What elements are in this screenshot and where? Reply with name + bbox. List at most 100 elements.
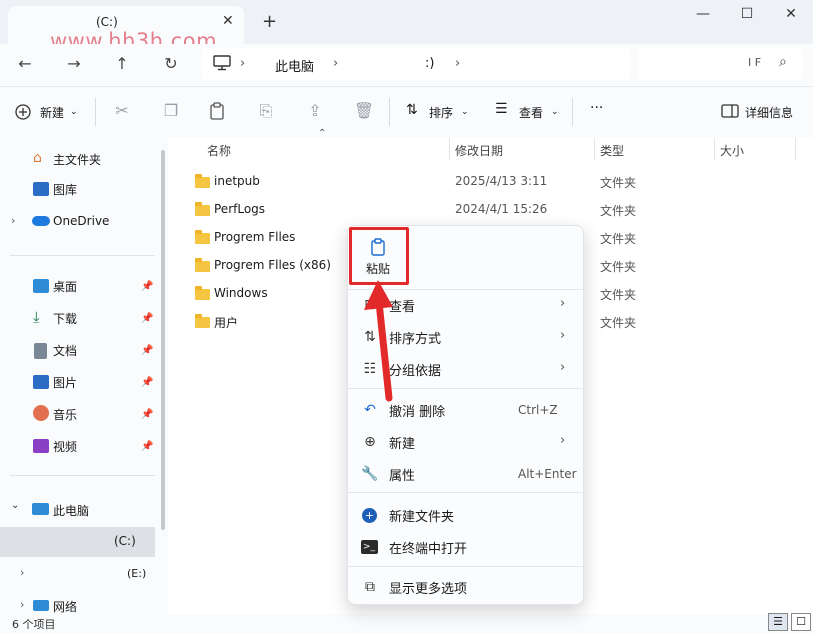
breadcrumb-drive[interactable]: :) [425, 56, 434, 71]
menu-divider [348, 492, 583, 493]
sidebar-item-home[interactable]: 主文件夹 [53, 151, 101, 168]
column-divider[interactable] [714, 138, 715, 160]
file-name: Progrem Flles [214, 230, 296, 244]
home-icon: ⌂ [33, 150, 42, 166]
chevron-right-icon[interactable]: › [11, 214, 15, 227]
add-icon [15, 104, 31, 120]
pin-icon: 📌 [141, 377, 154, 388]
annotation-arrow [364, 280, 393, 402]
column-divider[interactable] [594, 138, 595, 160]
tiles-view-button[interactable]: ☐ [791, 613, 811, 631]
video-icon [33, 439, 49, 453]
paste-button[interactable]: 粘贴 [366, 260, 390, 277]
menu-item-open-in-terminal[interactable]: 在终端中打开 [389, 538, 467, 557]
sort-button[interactable]: 排序 [429, 104, 453, 121]
delete-icon[interactable]: 🗑 [353, 101, 375, 120]
sidebar-item-onedrive[interactable]: OneDrive [53, 214, 109, 228]
sidebar-item-downloads[interactable]: 下载 [53, 310, 77, 327]
shortcut-text: Ctrl+Z [518, 403, 558, 417]
column-divider[interactable] [795, 138, 796, 160]
wrench-icon: 🔧 [361, 466, 379, 482]
sidebar-item-music[interactable]: 音乐 [53, 406, 77, 423]
menu-item-properties[interactable]: 属性 [389, 465, 415, 484]
new-tab-button[interactable]: + [262, 11, 277, 32]
tab-title: (C:) [96, 15, 118, 29]
chevron-right-icon: › [560, 360, 566, 375]
back-icon[interactable]: ← [14, 54, 36, 73]
maximize-button[interactable]: ☐ [727, 6, 767, 28]
menu-item-new[interactable]: 新建 [389, 433, 415, 452]
column-divider[interactable] [449, 138, 450, 160]
file-name: PerfLogs [214, 202, 266, 216]
chevron-down-icon: ⌄ [70, 107, 78, 117]
sidebar-item-desktop[interactable]: 桌面 [53, 278, 77, 295]
folder-icon [195, 174, 210, 188]
menu-item-show-more-options[interactable]: 显示更多选项 [389, 578, 467, 597]
sort-ascending-icon: ⌃ [318, 128, 327, 139]
paste-toolbar-icon[interactable] [209, 102, 225, 120]
chevron-right-icon[interactable]: › [20, 598, 24, 611]
copy-icon[interactable]: ❐ [160, 101, 182, 120]
view-button[interactable]: 查看 [519, 104, 543, 121]
details-view-button[interactable]: ☰ [768, 613, 788, 631]
forward-icon[interactable]: → [63, 54, 85, 73]
folder-icon [195, 286, 210, 300]
rename-icon[interactable]: ⎘ [255, 101, 277, 121]
sidebar-scrollbar[interactable] [161, 150, 165, 530]
column-header-name[interactable]: 名称 [207, 142, 231, 159]
folder-icon [195, 314, 210, 328]
details-button[interactable]: 详细信息 [745, 104, 793, 121]
chevron-right-icon: › [560, 296, 566, 311]
minimize-button[interactable]: — [683, 6, 723, 28]
sidebar-item-drive-e[interactable]: (E:) [127, 567, 146, 580]
refresh-icon[interactable]: ↻ [160, 54, 182, 73]
view-icon: ☰ [495, 101, 508, 117]
sidebar-item-pictures[interactable]: 图片 [53, 374, 77, 391]
toolbar-divider [572, 98, 573, 126]
sidebar-item-gallery[interactable]: 图库 [53, 181, 77, 198]
sidebar-item-drive-c[interactable]: (C:) [114, 534, 136, 548]
sidebar-divider [10, 475, 155, 476]
document-icon [34, 343, 47, 359]
search-icon[interactable]: ⌕ [779, 54, 787, 70]
sidebar-item-network[interactable]: 网络 [53, 598, 77, 615]
menu-divider [348, 566, 583, 567]
sidebar-item-videos[interactable]: 视频 [53, 438, 77, 455]
cut-icon[interactable]: ✂ [111, 101, 133, 120]
terminal-icon: >_ [361, 540, 378, 554]
menu-item-new-folder[interactable]: 新建文件夹 [389, 506, 454, 525]
tab-close-icon[interactable]: ✕ [222, 13, 234, 29]
file-date: 2024/4/1 15:26 [455, 202, 548, 216]
download-icon: ⤓ [33, 308, 40, 326]
paste-icon[interactable] [370, 238, 386, 256]
file-date: 2025/4/13 3:11 [455, 174, 548, 188]
close-button[interactable]: ✕ [771, 6, 811, 28]
chevron-down-icon: ⌄ [461, 107, 469, 117]
sidebar-item-this-pc[interactable]: 此电脑 [53, 502, 89, 519]
more-button[interactable]: ··· [590, 100, 603, 116]
chevron-down-icon[interactable]: ⌄ [11, 500, 19, 511]
file-type: 文件夹 [600, 288, 637, 302]
music-icon [33, 405, 49, 421]
toolbar-divider [95, 98, 96, 126]
share-icon[interactable]: ⇪ [304, 101, 326, 120]
breadcrumb-separator: › [333, 56, 339, 71]
address-bar[interactable] [202, 48, 630, 80]
file-name: Progrem Flles (x86) [214, 258, 331, 272]
pin-icon: 📌 [141, 281, 154, 292]
folder-icon [195, 202, 210, 216]
pin-icon: 📌 [141, 441, 154, 452]
new-button[interactable]: 新建 [40, 104, 64, 121]
column-header-type[interactable]: 类型 [600, 142, 624, 159]
chevron-right-icon: › [560, 328, 566, 343]
up-icon[interactable]: ↑ [111, 54, 133, 73]
chevron-right-icon[interactable]: › [20, 566, 24, 579]
search-text: I F [748, 56, 762, 69]
file-name: inetpub [214, 174, 260, 188]
sidebar-item-documents[interactable]: 文档 [53, 342, 77, 359]
column-header-size[interactable]: 大小 [720, 142, 744, 159]
folder-icon [195, 230, 210, 244]
chevron-right-icon: › [560, 433, 566, 448]
column-header-date[interactable]: 修改日期 [455, 142, 503, 159]
breadcrumb-pc[interactable]: 此电脑 [275, 56, 314, 75]
